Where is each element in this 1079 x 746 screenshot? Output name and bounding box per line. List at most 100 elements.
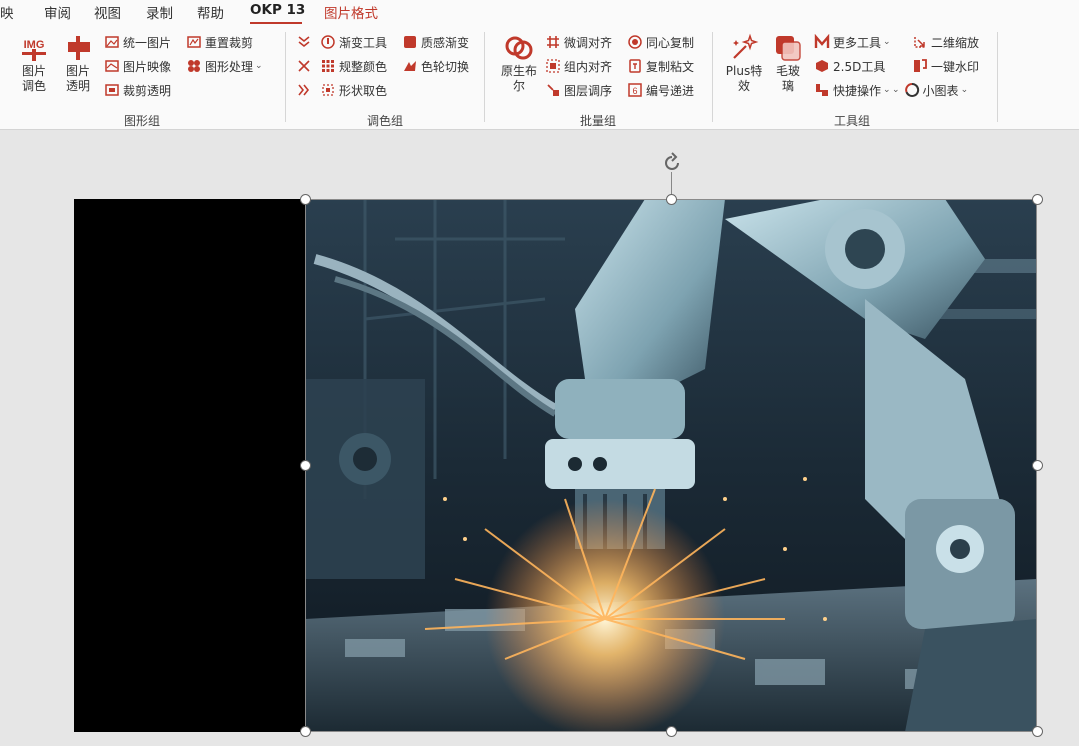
picture-icon [105,36,119,48]
normalize-colors-label: 规整颜色 [339,59,388,74]
robot-arm-welding-photo[interactable] [305,199,1037,732]
group-align-icon [546,59,560,73]
crop-icon [105,84,119,96]
slide-black-area[interactable] [74,199,306,732]
plus-effects-label: Plus特 效 [725,64,763,93]
frosted-glass-label: 毛玻 璃 [775,64,800,93]
picture-transparency-button[interactable]: 图片 透明 [56,32,100,104]
photo-illustration [305,199,1037,732]
resize-handle-top-right[interactable] [1032,194,1043,205]
2-5d-tool-label: 2.5D工具 [833,59,886,74]
resize-handle-right[interactable] [1032,460,1043,471]
group-separator [712,32,713,122]
tab-slideshow[interactable]: 映 [0,2,14,22]
reset-crop-icon [187,36,201,48]
native-boolean-button[interactable]: 原生布 尔 [496,32,542,104]
ribbon: IMG 图片 调色 图片 透明 统一图片 图片映像 裁剪透明 重置裁剪 图形处理… [0,24,1079,130]
scale-icon [914,37,925,48]
ribbon-tab-bar: 映 审阅 视图 录制 帮助 OKP 13 图片格式 [0,0,1079,25]
copy-paste-text-button[interactable]: 复制粘文 [627,56,694,76]
numbering-icon: 6 [628,83,642,97]
quick-actions-icon [816,84,828,96]
layer-order-button[interactable]: 图层调序 [545,80,612,100]
picture-reflection-label: 图片映像 [123,59,172,74]
2d-scale-label: 二维缩放 [931,35,980,50]
group-label-color: 调色组 [367,114,404,128]
normalize-colors-button[interactable]: 规整颜色 [320,56,387,76]
cube-3d-icon [816,60,828,72]
color-arrows-right-button[interactable] [296,80,315,100]
cross-arrows-icon [298,60,310,72]
unify-pictures-button[interactable]: 统一图片 [104,32,171,52]
concentric-copy-button[interactable]: 同心复制 [627,32,694,52]
group-label-graphics: 图形组 [124,114,161,128]
stamp-icon [914,59,927,72]
rotate-icon[interactable] [660,151,684,175]
color-arrows-down-button[interactable] [296,32,315,52]
grid-colors-icon [322,60,334,72]
chevron-down-icon: ⌄ [960,85,969,95]
crop-transparent-label: 裁剪透明 [123,83,172,98]
fine-align-button[interactable]: 微调对齐 [545,32,612,52]
tab-view[interactable]: 视图 [94,2,121,22]
group-separator [285,32,286,122]
gradient-tool-label: 渐变工具 [339,35,388,50]
pick-color-icon [322,84,334,96]
chevron-down-icon: ⌄ [255,61,263,71]
resize-handle-top-left[interactable] [300,194,311,205]
plus-effects-button[interactable]: Plus特 效 [722,32,766,104]
color-arrows-cross-button[interactable] [296,56,315,76]
resize-handle-top[interactable] [666,194,677,205]
more-tools-dropdown[interactable]: 更多工具 ⌄ [814,32,891,52]
tab-help[interactable]: 帮助 [197,2,224,22]
picture-tint-label: 图片 调色 [21,64,46,93]
small-chart-dropdown[interactable]: ⌄ 小图表 ⌄ [892,80,968,100]
group-separator [997,32,998,122]
frosted-glass-button[interactable]: 毛玻 璃 [766,32,810,104]
one-click-watermark-button[interactable]: 一键水印 [912,56,979,76]
frosted-glass-icon [776,36,801,61]
shape-pick-color-button[interactable]: 形状取色 [320,80,387,100]
hash-align-icon [547,36,559,48]
copy-paste-text-label: 复制粘文 [646,59,695,74]
svg-text:6: 6 [632,86,637,96]
concentric-copy-label: 同心复制 [646,35,695,50]
fine-align-label: 微调对齐 [564,35,613,50]
picture-transparency-label: 图片 透明 [65,64,90,93]
group-align-button[interactable]: 组内对齐 [545,56,612,76]
tab-picture-format[interactable]: 图片格式 [324,2,378,22]
2-5d-tool-button[interactable]: 2.5D工具 [814,56,885,76]
resize-handle-left[interactable] [300,460,311,471]
shape-processing-icon [188,60,200,72]
reset-crop-label: 重置裁剪 [205,35,254,50]
boolean-rings-icon [505,36,533,60]
tab-review[interactable]: 审阅 [44,2,71,22]
group-label-batch: 批量组 [580,114,617,128]
quick-actions-dropdown[interactable]: 快捷操作 ⌄ [814,80,891,100]
crop-transparent-button[interactable]: 裁剪透明 [104,80,171,100]
resize-handle-bottom-right[interactable] [1032,726,1043,737]
resize-handle-bottom[interactable] [666,726,677,737]
tab-record[interactable]: 录制 [146,2,173,22]
texture-gradient-button[interactable]: 质感渐变 [402,32,469,52]
2d-scale-button[interactable]: 二维缩放 [912,32,979,52]
unify-pictures-label: 统一图片 [123,35,172,50]
tab-okp13[interactable]: OKP 13 [250,2,305,18]
gradient-icon [321,35,335,49]
shape-processing-dropdown[interactable]: 图形处理 ⌄ [186,56,263,76]
reset-crop-button[interactable]: 重置裁剪 [186,32,253,52]
picture-tint-button[interactable]: IMG 图片 调色 [12,32,56,104]
texture-gradient-label: 质感渐变 [421,35,470,50]
color-wheel-switch-button[interactable]: 色轮切换 [402,56,469,76]
number-increment-button[interactable]: 6 编号递进 [627,80,694,100]
color-wheel-icon [404,61,416,71]
number-increment-label: 编号递进 [646,83,695,98]
magic-wand-icon [733,33,759,59]
group-align-label: 组内对齐 [564,59,613,74]
gradient-tool-button[interactable]: 渐变工具 [320,32,387,52]
small-chart-label: 小图表 [922,83,959,98]
picture-reflection-button[interactable]: 图片映像 [104,56,171,76]
more-tools-label: 更多工具 [833,35,882,50]
texture-gradient-icon [404,36,416,48]
resize-handle-bottom-left[interactable] [300,726,311,737]
